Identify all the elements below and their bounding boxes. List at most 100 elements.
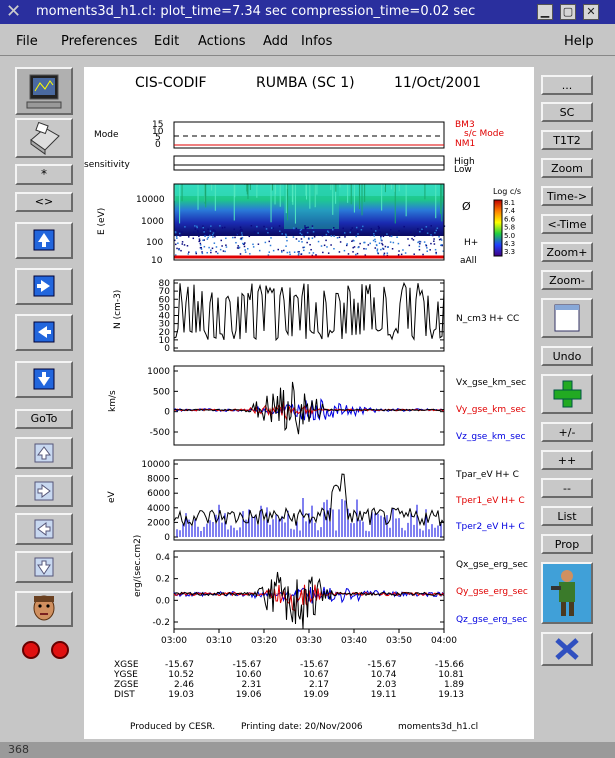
ephemeris-cell: -15.66 — [435, 660, 464, 670]
qy-label: Qy_gse_erg_sec — [456, 587, 528, 597]
computer-button[interactable] — [15, 67, 73, 115]
spectrogram-tick: 100 — [146, 238, 163, 248]
temperature-tick: 10000 — [141, 460, 170, 470]
goto-button[interactable]: GoTo — [15, 409, 73, 429]
sensitivity-label: Low — [454, 165, 472, 175]
velocity-tick: -500 — [150, 428, 171, 438]
temperature-ylabel: eV — [107, 490, 117, 503]
time-tick: 03:10 — [206, 636, 232, 646]
ephemeris-cell: 19.03 — [168, 690, 194, 700]
arrow-down-outline-icon — [34, 557, 54, 577]
scroll-left-fast-button[interactable] — [15, 314, 73, 351]
sensitivity-panel: sensitivity High Low — [84, 155, 475, 175]
colorbar-tick: 3.3 — [504, 248, 515, 256]
x-logo-icon[interactable]: ✕ — [6, 2, 26, 22]
zoom-in-button[interactable]: Zoom+ — [541, 242, 593, 262]
scroll-down-button[interactable] — [15, 551, 73, 583]
ephemeris-cell: 2.46 — [174, 680, 194, 690]
ephemeris-row-label: XGSE — [114, 660, 139, 670]
double-minus-button[interactable]: -- — [541, 478, 593, 498]
diamond-button[interactable]: <> — [15, 192, 73, 212]
temperature-tick: 6000 — [147, 489, 170, 499]
menu-help[interactable]: Help — [564, 34, 594, 49]
colorbar-tick: 6.6 — [504, 215, 516, 223]
ephemeris-cell: -15.67 — [367, 660, 396, 670]
print-button[interactable] — [15, 118, 73, 158]
sc-button[interactable]: SC — [541, 102, 593, 122]
time-back-button[interactable]: <-Time — [541, 214, 593, 234]
ephemeris-cell: 10.67 — [303, 670, 329, 680]
scroll-left-button[interactable] — [15, 513, 73, 545]
list-button[interactable]: List — [541, 506, 593, 526]
ephemeris-row-label: DIST — [114, 690, 135, 700]
tpar-series — [173, 473, 445, 527]
ephemeris-cell: 1.89 — [444, 680, 464, 690]
temperature-panel: 10000 8000 6000 4000 2000 0 eV Tpar_eV H+ C T… — [107, 459, 525, 543]
mode-label: s/c Mode — [464, 129, 505, 139]
status-strip: 368 — [0, 742, 615, 758]
menu-add[interactable]: Add — [263, 34, 288, 49]
ephemeris-cell: 2.31 — [241, 680, 261, 690]
zoom-out-button[interactable]: Zoom- — [541, 270, 593, 290]
ephemeris-cell: 10.60 — [236, 670, 262, 680]
replay-icon[interactable] — [51, 641, 69, 659]
heatflux-tick: -0.2 — [152, 618, 170, 628]
plot-area: CIS-CODIF RUMBA (SC 1) 11/Oct/2001 Mode … — [84, 67, 534, 739]
spectrogram-panel: E (eV) 10000 1000 100 10 Log c/s 8.17.46… — [97, 183, 521, 266]
scroll-right-button[interactable] — [15, 475, 73, 507]
t1t2-button[interactable]: T1T2 — [541, 130, 593, 150]
menu-actions[interactable]: Actions — [198, 34, 246, 49]
dots-button[interactable]: ... — [541, 75, 593, 95]
doom-guy-button[interactable] — [541, 562, 593, 624]
menu-edit[interactable]: Edit — [154, 34, 179, 49]
scroll-up-fast-button[interactable] — [15, 222, 73, 259]
time-tick: 04:00 — [431, 636, 457, 646]
ephemeris-cell: 10.81 — [438, 670, 464, 680]
density-label: N_cm3 H+ CC — [456, 314, 519, 324]
footer-printing: Printing date: 20/Nov/2006 — [241, 722, 363, 732]
arrow-up-icon — [33, 229, 55, 251]
zoom-button[interactable]: Zoom — [541, 158, 593, 178]
add-panel-button[interactable] — [541, 374, 593, 414]
heatflux-tick: 0.0 — [156, 596, 171, 606]
maximize-button[interactable]: ▢ — [560, 4, 576, 20]
time-tick: 03:40 — [341, 636, 367, 646]
menu-file[interactable]: File — [16, 34, 38, 49]
soldier-icon — [551, 570, 575, 616]
arrow-right-outline-icon — [34, 481, 54, 501]
plus-minus-button[interactable]: +/- — [541, 422, 593, 442]
record-icon[interactable] — [22, 641, 40, 659]
temperature-tick: 0 — [164, 533, 170, 543]
density-series — [173, 281, 445, 342]
footer-file: moments3d_h1.cl — [398, 722, 478, 732]
double-plus-button[interactable]: ++ — [541, 450, 593, 470]
qz-label: Qz_gse_erg_sec — [456, 615, 527, 625]
density-ylabel: N (cm-3) — [113, 290, 123, 329]
prop-button[interactable]: Prop — [541, 534, 593, 554]
velocity-tick: 0 — [164, 408, 170, 418]
velocity-panel: 1000 500 0 -500 km/s Vx_gse_km_sec Vy_gse_k… — [108, 365, 526, 446]
scroll-right-fast-button[interactable] — [15, 268, 73, 305]
menu-infos[interactable]: Infos — [301, 34, 332, 49]
window-button[interactable] — [541, 298, 593, 338]
menu-preferences[interactable]: Preferences — [61, 34, 137, 49]
face-button[interactable] — [15, 591, 73, 627]
colorbar — [493, 199, 503, 257]
scroll-down-fast-button[interactable] — [15, 361, 73, 398]
minimize-button[interactable]: ▁ — [537, 4, 553, 20]
colorbar-tick: 7.4 — [504, 207, 516, 215]
undo-button[interactable]: Undo — [541, 346, 593, 366]
velocity-tick: 500 — [153, 387, 170, 397]
velocity-ylabel: km/s — [108, 390, 118, 412]
time-axis: 03:00 03:10 03:20 03:30 03:40 03:50 04:00 — [161, 629, 457, 646]
mode-panel: Mode 15 10 5 0 BM3 s/c Mode NM1 — [94, 120, 505, 150]
close-button[interactable]: ✕ — [583, 4, 599, 20]
exit-button[interactable] — [541, 632, 593, 666]
plus-icon — [553, 380, 582, 408]
time-forward-button[interactable]: Time-> — [541, 186, 593, 206]
temperature-tick: 2000 — [147, 518, 170, 528]
ephemeris-cell: 19.13 — [438, 690, 464, 700]
printer-icon — [30, 121, 60, 155]
scroll-up-button[interactable] — [15, 437, 73, 469]
star-button[interactable]: * — [15, 164, 73, 185]
